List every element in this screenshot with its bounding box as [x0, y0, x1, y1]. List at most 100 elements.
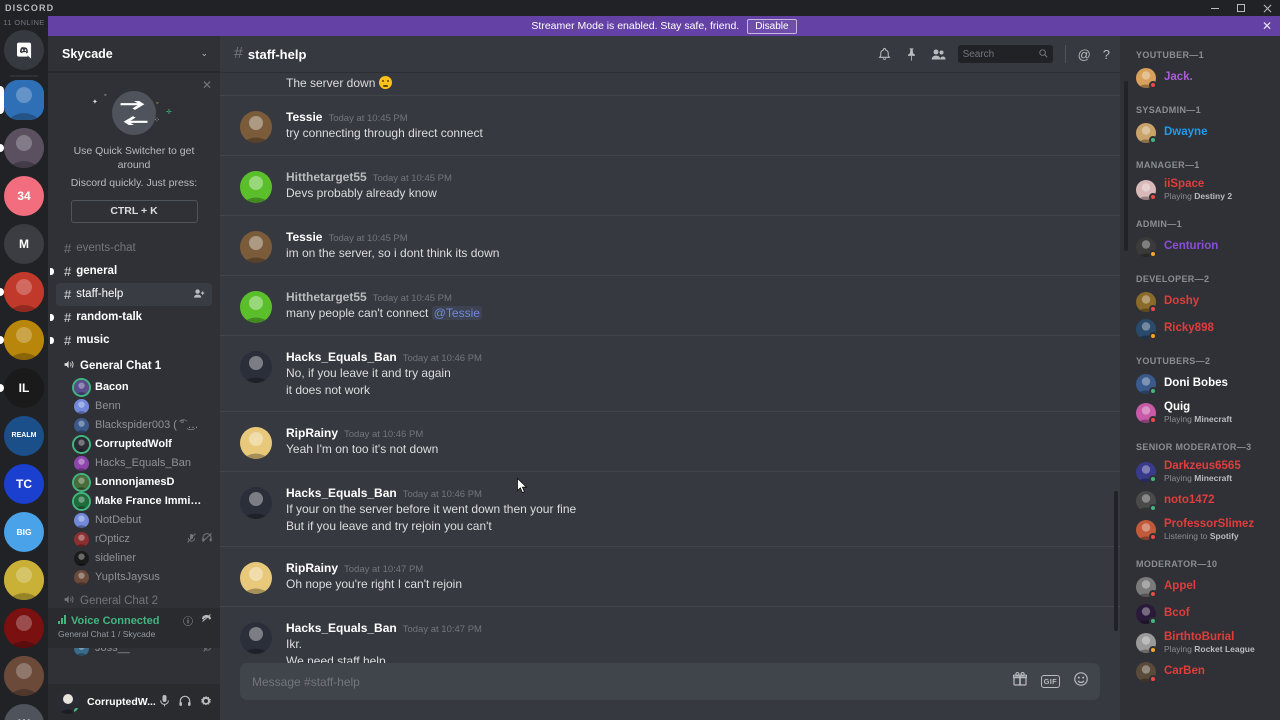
guild-icon[interactable]: BIG [4, 512, 44, 552]
member-list-item[interactable]: noto1472 [1120, 487, 1280, 514]
guild-icon[interactable]: IL [4, 368, 44, 408]
member-list-item[interactable]: Doshy [1120, 288, 1280, 315]
avatar[interactable] [240, 621, 272, 654]
avatar[interactable] [240, 426, 272, 459]
emoji-icon[interactable] [1074, 672, 1088, 691]
guild-icon[interactable]: REALM [4, 416, 44, 456]
guild-icon[interactable] [4, 608, 44, 648]
maximize-button[interactable] [1228, 0, 1254, 16]
headphones-icon[interactable] [179, 695, 191, 710]
avatar [1136, 318, 1157, 340]
voice-participant[interactable]: Hacks_Equals_Ban [48, 454, 220, 473]
member-list-item[interactable]: Ricky898 [1120, 315, 1280, 342]
guild-icon[interactable] [4, 656, 44, 696]
message-author[interactable]: Hitthetarget55 [286, 170, 367, 184]
avatar[interactable] [240, 561, 272, 594]
status-badge [1149, 80, 1157, 89]
gif-button[interactable]: GIF [1040, 675, 1060, 688]
member-list[interactable]: YOUTUBER—1 Jack. SYSADMIN—1 Dwayne MANAGER—1… [1120, 36, 1280, 720]
message-composer[interactable]: Message #staff-help GIF [240, 663, 1100, 700]
guild-icon[interactable]: W [4, 704, 44, 720]
avatar[interactable] [56, 690, 80, 714]
message-author[interactable]: Hacks_Equals_Ban [286, 486, 397, 500]
sidebar-item-random-talk[interactable]: # random-talk [50, 306, 212, 329]
sidebar-item-events-chat[interactable]: # events-chat [56, 237, 212, 260]
voice-participant[interactable]: Bacon [48, 378, 220, 397]
avatar[interactable] [240, 111, 272, 144]
voice-participant[interactable]: NotDebut [48, 511, 220, 530]
member-list-item[interactable]: Quig Playing Minecraft [1120, 397, 1280, 428]
member-list-item[interactable]: iiSpace Playing Destiny 2 [1120, 174, 1280, 205]
chevron-down-icon[interactable]: ⌄ [200, 48, 208, 59]
voice-participant[interactable]: Blackspider003 ( ͡° ͜ʖ ͡°) [48, 416, 220, 435]
guild-icon[interactable]: TC [4, 464, 44, 504]
member-list-item[interactable]: Doni Bobes [1120, 370, 1280, 397]
avatar[interactable] [240, 231, 272, 264]
channel-sidebar: Skycade ⌄ ✕ ✦ ◦ ◦ ✛ ⁘ Use Quick Switcher… [48, 36, 220, 684]
add-member-icon[interactable] [194, 288, 205, 300]
voice-participant[interactable]: CorruptedWolf [48, 435, 220, 454]
guild-header[interactable]: Skycade ⌄ [48, 36, 220, 72]
message-author[interactable]: Hacks_Equals_Ban [286, 621, 397, 635]
voice-participant[interactable]: rOpticz [48, 530, 220, 549]
message-author[interactable]: Hitthetarget55 [286, 290, 367, 304]
guild-icon[interactable]: M [4, 224, 44, 264]
avatar[interactable] [240, 291, 272, 324]
avatar[interactable] [240, 171, 272, 204]
quick-switcher-shortcut[interactable]: CTRL + K [70, 199, 198, 223]
chat-scrollbar[interactable] [1114, 491, 1118, 631]
sidebar-item-general[interactable]: # general [50, 260, 212, 283]
message-author[interactable]: RipRainy [286, 426, 338, 440]
guild-icon[interactable] [4, 320, 44, 360]
microphone-icon[interactable] [159, 694, 170, 710]
voice-participant[interactable]: Make France Immigrant F... [48, 492, 220, 511]
member-list-item[interactable]: Dwayne [1120, 119, 1280, 146]
avatar[interactable] [240, 486, 272, 519]
member-list-scrollbar[interactable] [1124, 81, 1128, 251]
member-list-item[interactable]: Appel [1120, 573, 1280, 600]
member-list-item[interactable]: Bcof [1120, 600, 1280, 627]
member-list-item[interactable]: Centurion [1120, 233, 1280, 260]
message-author[interactable]: Tessie [286, 110, 322, 124]
avatar [1136, 461, 1157, 483]
banner-close-icon[interactable]: ✕ [1262, 20, 1272, 32]
guild-icon[interactable] [4, 560, 44, 600]
avatar [1136, 661, 1157, 683]
voice-participant[interactable]: LonnonjamesD [48, 473, 220, 492]
voice-participant[interactable]: YupItsJaysus [48, 568, 220, 587]
disable-streamer-mode-button[interactable]: Disable [747, 18, 797, 34]
guild-icon[interactable] [4, 272, 44, 312]
sidebar-item-staff-help[interactable]: # staff-help [56, 282, 212, 306]
message-author[interactable]: Tessie [286, 230, 322, 244]
sidebar-item-music[interactable]: # music [50, 329, 212, 352]
message-author[interactable]: Hacks_Equals_Ban [286, 350, 397, 364]
gear-icon[interactable] [200, 695, 212, 710]
minimize-button[interactable] [1202, 0, 1228, 16]
voice-participant[interactable]: Benn [48, 397, 220, 416]
guild-icon[interactable] [4, 80, 44, 120]
pin-icon[interactable] [904, 47, 919, 62]
voice-channel-general-chat-1[interactable]: General Chat 1 [56, 355, 212, 378]
guild-rail[interactable]: 11 ONLINE 34 M IL REALM TC BIG W [0, 16, 48, 720]
gift-icon[interactable] [1012, 672, 1027, 691]
mention-icon[interactable]: @ [1078, 47, 1091, 62]
member-list-item[interactable]: CarBen [1120, 658, 1280, 685]
help-icon[interactable]: ? [1103, 47, 1110, 62]
guild-icon[interactable]: 34 [4, 176, 44, 216]
home-button[interactable] [4, 30, 44, 70]
member-list-item[interactable]: Jack. [1120, 64, 1280, 91]
voice-participant[interactable]: sideliner [48, 549, 220, 568]
disconnect-call-icon[interactable] [201, 613, 212, 628]
message-author[interactable]: RipRainy [286, 561, 338, 575]
guild-icon[interactable] [4, 128, 44, 168]
close-icon[interactable] [1254, 0, 1280, 16]
avatar[interactable] [240, 351, 272, 384]
member-list-item[interactable]: BirthtoBurial Playing Rocket League [1120, 627, 1280, 658]
info-icon[interactable]: ⓘ [183, 613, 193, 628]
user-mention[interactable]: @Tessie [431, 306, 482, 321]
bell-icon[interactable] [877, 47, 892, 62]
member-list-item[interactable]: Darkzeus6565 Playing Minecraft [1120, 456, 1280, 487]
search-input[interactable]: Search [957, 45, 1053, 63]
members-icon[interactable] [931, 47, 946, 62]
member-list-item[interactable]: ProfessorSlimez Listening to Spotify [1120, 514, 1280, 545]
